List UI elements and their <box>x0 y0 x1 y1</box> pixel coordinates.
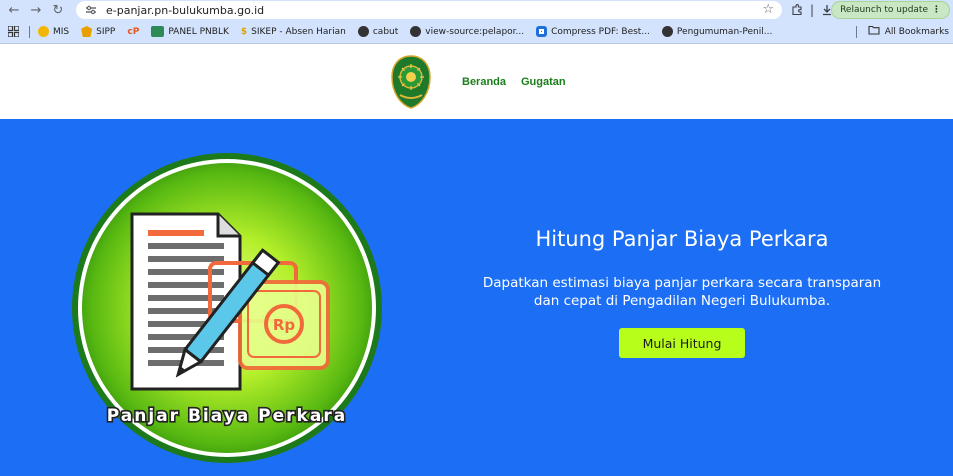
bookmark-pengumuman[interactable]: Pengumuman-Penil... <box>661 26 773 37</box>
bookmark-panel-pnblk[interactable]: PANEL PNBLK <box>151 26 229 37</box>
bookmark-label: SIPP <box>96 26 116 37</box>
site-header: Beranda Gugatan <box>0 45 953 119</box>
hero-subtitle-line: Dapatkan estimasi biaya panjar perkara s… <box>482 275 882 291</box>
extensions-icon[interactable] <box>786 0 808 20</box>
illustration-caption: Panjar Biaya Perkara <box>107 406 347 426</box>
bookmark-label: Compress PDF: Best... <box>551 26 650 37</box>
bookmark-label: view-source:pelapor... <box>425 26 525 37</box>
bookmarks-separator <box>29 25 30 38</box>
toolbar-divider: | <box>809 3 815 17</box>
reload-icon[interactable]: ↻ <box>47 0 69 20</box>
bookmark-label: SIKEP - Absen Harian <box>251 26 346 37</box>
panjar-illustration: Rp Panjar Biaya Perkara <box>70 151 384 465</box>
mis-icon <box>38 26 49 37</box>
bookmark-label: cabut <box>372 26 399 37</box>
sikep-icon: $ <box>240 26 248 37</box>
all-bookmarks-label: All Bookmarks <box>884 26 949 37</box>
bookmark-sipp[interactable]: SIPP <box>81 26 115 37</box>
nav-gugatan[interactable]: Gugatan <box>521 76 566 88</box>
compress-icon <box>536 26 548 37</box>
hero-subtitle: Dapatkan estimasi biaya panjar perkara s… <box>470 274 894 310</box>
globe-icon <box>410 26 422 37</box>
panel-icon <box>151 26 165 37</box>
nav-beranda[interactable]: Beranda <box>462 76 506 88</box>
bookmark-sikep[interactable]: $ SIKEP - Absen Harian <box>241 27 346 37</box>
bookmark-label: PANEL PNBLK <box>168 26 229 37</box>
bookmark-cabut[interactable]: cabut <box>357 26 399 37</box>
url-text[interactable]: e-panjar.pn-bulukumba.go.id <box>106 4 264 17</box>
hero-section: Rp Panjar Biaya Perkara Hitung Panjar Bi… <box>0 119 953 476</box>
bookmark-mis[interactable]: MIS <box>38 26 69 37</box>
forward-icon[interactable]: → <box>25 0 47 20</box>
relaunch-label: Relaunch to update <box>840 5 928 15</box>
relaunch-button[interactable]: Relaunch to update ⋮ <box>831 1 950 19</box>
illustration-currency: Rp <box>273 316 296 334</box>
bookmark-cp[interactable]: cP <box>127 27 139 37</box>
bookmark-view-source[interactable]: view-source:pelapor... <box>410 26 524 37</box>
globe-icon <box>357 26 369 37</box>
address-bar[interactable]: e-panjar.pn-bulukumba.go.id ☆ <box>76 1 782 19</box>
mulai-hitung-button[interactable]: Mulai Hitung <box>619 328 745 358</box>
more-menu-icon[interactable]: ⋮ <box>932 2 941 18</box>
hero-title: Hitung Panjar Biaya Perkara <box>535 227 829 251</box>
court-emblem-icon[interactable] <box>391 55 431 109</box>
hero-subtitle-line: dan cepat di Pengadilan Negeri Bulukumba… <box>533 293 831 309</box>
bookmark-compress-pdf[interactable]: Compress PDF: Best... <box>536 26 650 37</box>
apps-grid-icon[interactable] <box>8 26 19 37</box>
browser-toolbar: ← → ↻ e-panjar.pn-bulukumba.go.id ☆ | Re… <box>0 0 953 20</box>
cp-icon: cP <box>127 26 140 37</box>
globe-icon <box>661 26 673 37</box>
back-icon[interactable]: ← <box>3 0 25 20</box>
all-bookmarks-button[interactable]: All Bookmarks <box>855 25 949 38</box>
folder-icon <box>868 25 880 38</box>
bookmarks-bar: MIS SIPP cP PANEL PNBLK $ SIKEP - Absen … <box>0 20 953 44</box>
bookmark-star-icon[interactable]: ☆ <box>762 2 774 17</box>
bookmark-label: Pengumuman-Penil... <box>676 26 773 37</box>
bookmark-label: MIS <box>53 26 70 37</box>
site-settings-icon[interactable] <box>82 4 100 16</box>
sipp-icon <box>81 26 93 37</box>
bookmarks-separator <box>855 25 857 38</box>
